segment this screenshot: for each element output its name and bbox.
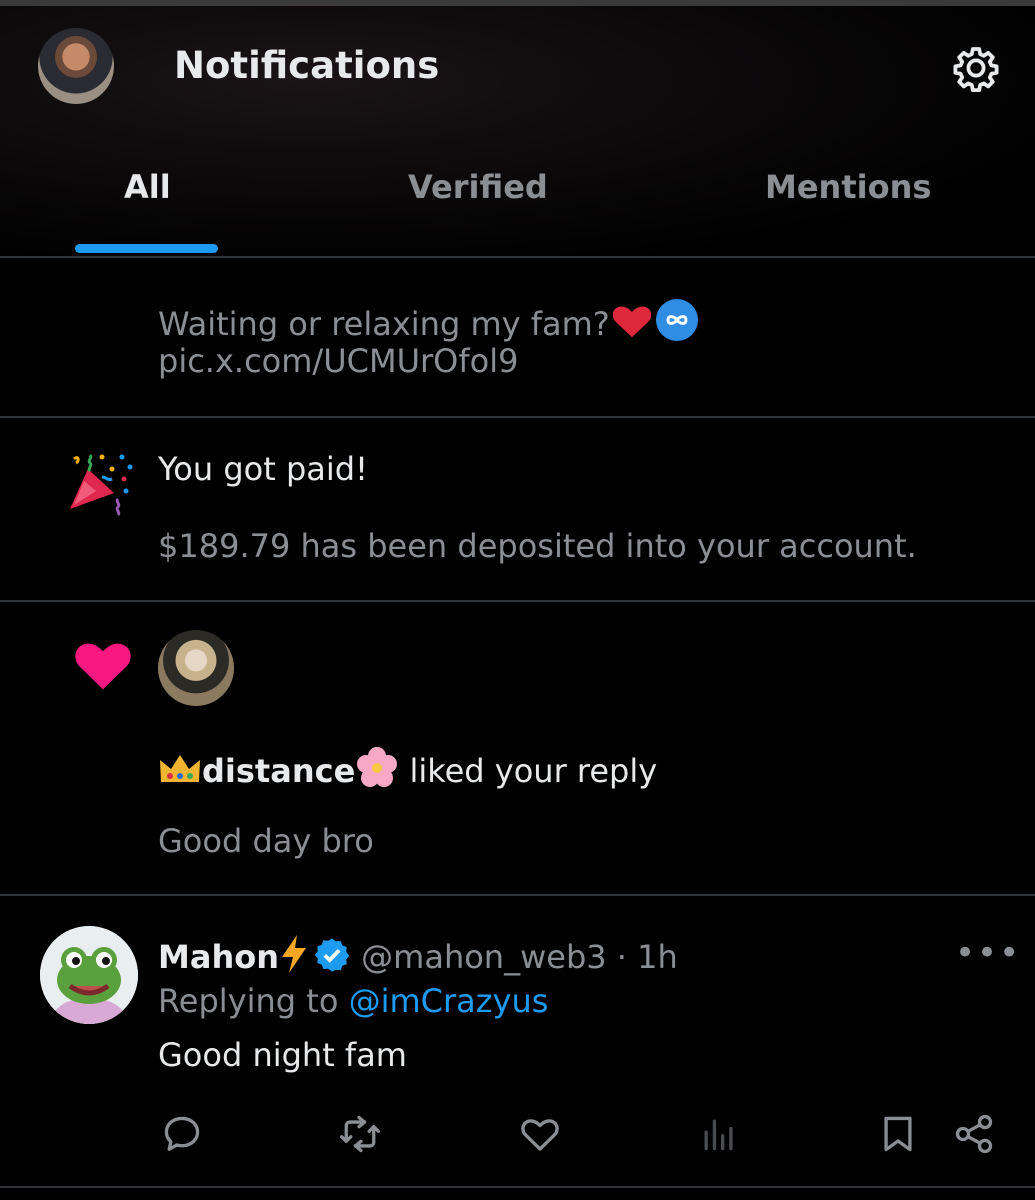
- mahon-avatar[interactable]: [40, 926, 138, 1024]
- tweet-header: Mahon @mahon_web3 · 1h: [158, 928, 678, 976]
- author-name[interactable]: Mahon: [158, 938, 279, 976]
- bookmark-icon[interactable]: [876, 1112, 920, 1156]
- liked-reply-text[interactable]: Good day bro: [158, 822, 374, 860]
- divider: [0, 416, 1035, 418]
- replying-to-line: Replying to @imCrazyus: [158, 982, 548, 1020]
- post-preview-line1: Waiting or relaxing my fam?: [158, 305, 610, 343]
- profile-avatar[interactable]: [38, 28, 114, 104]
- views-icon[interactable]: [697, 1112, 741, 1156]
- liker-name[interactable]: distance: [202, 752, 355, 790]
- author-handle[interactable]: @mahon_web3: [361, 938, 606, 976]
- page-title: Notifications: [174, 44, 440, 87]
- tab-all[interactable]: All: [124, 168, 171, 206]
- like-action: liked your reply: [409, 752, 658, 790]
- infinity-badge-icon: [655, 299, 698, 341]
- red-heart-emoji-icon: [612, 306, 651, 338]
- divider: [0, 1186, 1035, 1188]
- like-line[interactable]: distance liked your reply: [158, 738, 657, 790]
- divider: [0, 256, 1035, 258]
- tab-mentions[interactable]: Mentions: [765, 168, 931, 206]
- tweet-time[interactable]: 1h: [637, 938, 678, 976]
- divider: [0, 894, 1035, 896]
- repost-icon[interactable]: [338, 1112, 382, 1156]
- distance-avatar[interactable]: [158, 630, 234, 706]
- lightning-emoji-icon: [281, 935, 306, 973]
- party-popper-icon: [70, 453, 133, 517]
- divider: [0, 600, 1035, 602]
- active-tab-indicator: [75, 244, 218, 253]
- replying-prefix: Replying to: [158, 982, 339, 1020]
- meta-separator: ·: [616, 938, 627, 976]
- payment-detail: $189.79 has been deposited into your acc…: [158, 527, 917, 565]
- reply-icon[interactable]: [160, 1112, 204, 1156]
- post-preview-text[interactable]: Waiting or relaxing my fam?: [158, 293, 698, 343]
- cherry-blossom-emoji-icon: [357, 747, 398, 787]
- more-options-button[interactable]: •••: [955, 933, 1021, 973]
- like-icon[interactable]: [518, 1112, 562, 1156]
- post-preview-link[interactable]: pic.x.com/UCMUrOfol9: [158, 342, 518, 380]
- crown-emoji-icon: [160, 755, 200, 782]
- header: Notifications: [0, 6, 1035, 256]
- tab-verified[interactable]: Verified: [408, 168, 548, 206]
- heart-icon: [75, 643, 131, 690]
- replying-to-link[interactable]: @imCrazyus: [349, 982, 549, 1020]
- tweet-text: Good night fam: [158, 1036, 407, 1074]
- share-icon[interactable]: [952, 1112, 996, 1156]
- payment-title: You got paid!: [158, 450, 368, 488]
- verified-badge-icon: [314, 938, 350, 972]
- gear-icon[interactable]: [952, 44, 1000, 92]
